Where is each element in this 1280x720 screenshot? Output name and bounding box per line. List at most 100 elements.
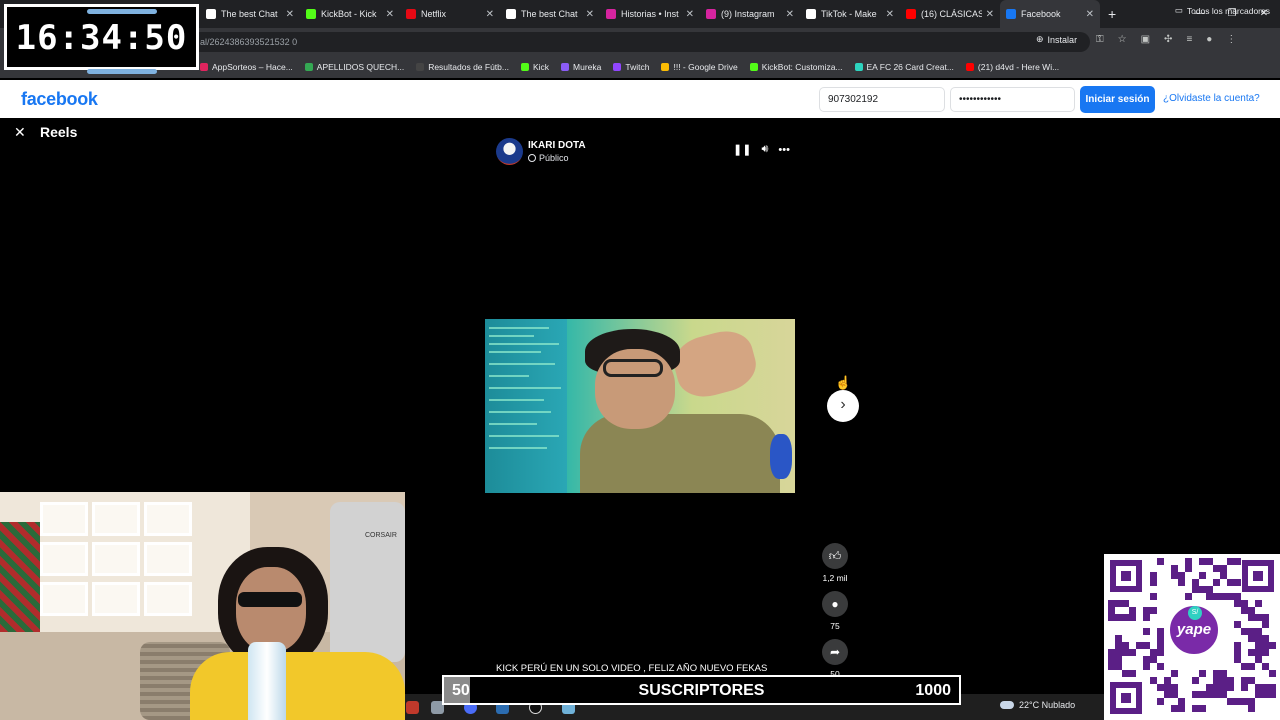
folder-icon: ▭	[1174, 5, 1183, 15]
qr-module	[1143, 628, 1150, 635]
weather-widget[interactable]: 22°C Nublado	[1000, 700, 1075, 710]
reel-video[interactable]	[485, 319, 795, 493]
qr-module	[1150, 593, 1157, 600]
comment-action[interactable]: ● 75	[815, 591, 855, 631]
url-field[interactable]: al/2624386393521532 0	[190, 32, 1090, 52]
browser-tab[interactable]: (16) CLÁSICAS ✕	[900, 0, 1000, 28]
bookmark-item[interactable]: APELLIDOS QUECH...	[304, 62, 404, 72]
profile-icon[interactable]: ●	[1206, 34, 1212, 45]
tab-close-icon[interactable]: ✕	[986, 9, 994, 20]
all-bookmarks[interactable]: ▭ Todos los marcadores	[1175, 5, 1270, 16]
puzzle-icon[interactable]: ✣	[1164, 34, 1172, 45]
facebook-logo[interactable]: facebook	[21, 89, 98, 110]
tab-close-icon[interactable]: ✕	[486, 9, 494, 20]
tab-close-icon[interactable]: ✕	[1086, 9, 1094, 20]
tab-close-icon[interactable]: ✕	[386, 9, 394, 20]
tab-close-icon[interactable]: ✕	[786, 9, 794, 20]
browser-tab[interactable]: Historias • Inst ✕	[600, 0, 700, 28]
browser-tab[interactable]: The best Chat ✕	[200, 0, 300, 28]
qr-module	[1241, 698, 1248, 705]
login-button[interactable]: Iniciar sesión	[1080, 86, 1155, 113]
tab-close-icon[interactable]: ✕	[886, 9, 894, 20]
qr-module	[1108, 663, 1115, 670]
password-field[interactable]: ••••••••••••	[950, 87, 1075, 112]
qr-module	[1227, 677, 1234, 684]
bookmark-item[interactable]: Kick	[520, 62, 549, 72]
qr-module	[1255, 656, 1262, 663]
qr-module	[1262, 642, 1269, 649]
new-tab-button[interactable]: +	[1108, 6, 1116, 22]
bookmark-item[interactable]: Twitch	[613, 62, 649, 72]
qr-module	[1234, 698, 1241, 705]
qr-module	[1220, 677, 1227, 684]
email-field[interactable]: 907302192	[819, 87, 945, 112]
star-icon[interactable]: ☆	[1118, 34, 1127, 45]
close-icon[interactable]: ✕	[14, 124, 26, 141]
app-icon[interactable]	[406, 701, 419, 714]
qr-module	[1150, 649, 1157, 656]
qr-module	[1262, 649, 1269, 656]
qr-module	[1143, 663, 1150, 670]
qr-module	[1108, 656, 1115, 663]
browser-tab[interactable]: TikTok - Make ✕	[800, 0, 900, 28]
browser-tab[interactable]: Facebook ✕	[1000, 0, 1100, 28]
bookmark-favicon-icon	[561, 63, 570, 71]
extension-icon[interactable]: ▣	[1141, 34, 1150, 45]
qr-module	[1129, 670, 1136, 677]
share-icon[interactable]: ➦	[822, 639, 848, 665]
qr-module	[1262, 663, 1269, 670]
tab-close-icon[interactable]: ✕	[686, 9, 694, 20]
avatar[interactable]	[496, 138, 523, 165]
like-icon[interactable]: 👍︎	[822, 543, 848, 569]
qr-module	[1220, 565, 1227, 572]
bookmark-item[interactable]: AppSorteos – Hace...	[200, 62, 293, 72]
bookmark-item[interactable]: KickBot: Customiza...	[749, 62, 843, 72]
browser-tab[interactable]: The best Chat ✕	[500, 0, 600, 28]
media-icon[interactable]: ≡	[1186, 34, 1192, 45]
qr-module	[1234, 600, 1241, 607]
qr-module	[1115, 656, 1122, 663]
browser-tab[interactable]: KickBot - Kick ✕	[300, 0, 400, 28]
qr-module	[1192, 586, 1199, 593]
qr-module	[1213, 670, 1220, 677]
qr-module	[1255, 635, 1262, 642]
bookmark-item[interactable]: Mureka	[561, 62, 601, 72]
qr-module	[1108, 649, 1115, 656]
next-reel-button[interactable]: ›	[827, 390, 859, 422]
key-icon[interactable]: ⚿	[1096, 34, 1104, 45]
qr-module	[1248, 628, 1255, 635]
clock-accent-top	[87, 9, 157, 14]
qr-module	[1192, 691, 1199, 698]
subscriber-goal: 1000	[915, 682, 951, 699]
qr-module	[1255, 614, 1262, 621]
like-action[interactable]: 👍︎ 1,2 mil	[815, 543, 855, 583]
install-button[interactable]: ⊕ Instalar	[1036, 34, 1077, 45]
author-name[interactable]: IKARI DOTA	[528, 140, 586, 151]
qr-module	[1234, 593, 1241, 600]
bookmark-label: !!! - Google Drive	[673, 62, 738, 72]
pause-icon[interactable]: ❚❚	[733, 143, 751, 156]
tab-close-icon[interactable]: ✕	[586, 9, 594, 20]
volume-icon[interactable]: 🔊︎	[761, 143, 768, 156]
bookmark-item[interactable]: !!! - Google Drive	[661, 62, 738, 72]
browser-tab[interactable]: (9) Instagram ✕	[700, 0, 800, 28]
menu-icon[interactable]: ⋮	[1226, 34, 1236, 45]
share-action[interactable]: ➦ 50	[815, 639, 855, 679]
qr-module	[1227, 698, 1234, 705]
more-options-icon[interactable]: •••	[778, 144, 790, 156]
browser-tab[interactable]: Netflix ✕	[400, 0, 500, 28]
qr-module	[1248, 677, 1255, 684]
bookmark-item[interactable]: (21) d4vd - Here Wi...	[965, 62, 1059, 72]
bookmark-item[interactable]: EA FC 26 Card Creat...	[854, 62, 954, 72]
tab-favicon-icon	[1006, 9, 1016, 19]
forgot-account-link[interactable]: ¿Olvidaste la cuenta?	[1163, 93, 1260, 104]
qr-module	[1122, 600, 1129, 607]
tab-favicon-icon	[706, 9, 716, 19]
tab-favicon-icon	[906, 9, 916, 19]
bookmark-favicon-icon	[613, 63, 622, 71]
qr-module	[1150, 579, 1157, 586]
bookmark-item[interactable]: Resultados de Fútb...	[416, 62, 509, 72]
comment-icon[interactable]: ●	[822, 591, 848, 617]
qr-module	[1115, 600, 1122, 607]
tab-close-icon[interactable]: ✕	[286, 9, 294, 20]
